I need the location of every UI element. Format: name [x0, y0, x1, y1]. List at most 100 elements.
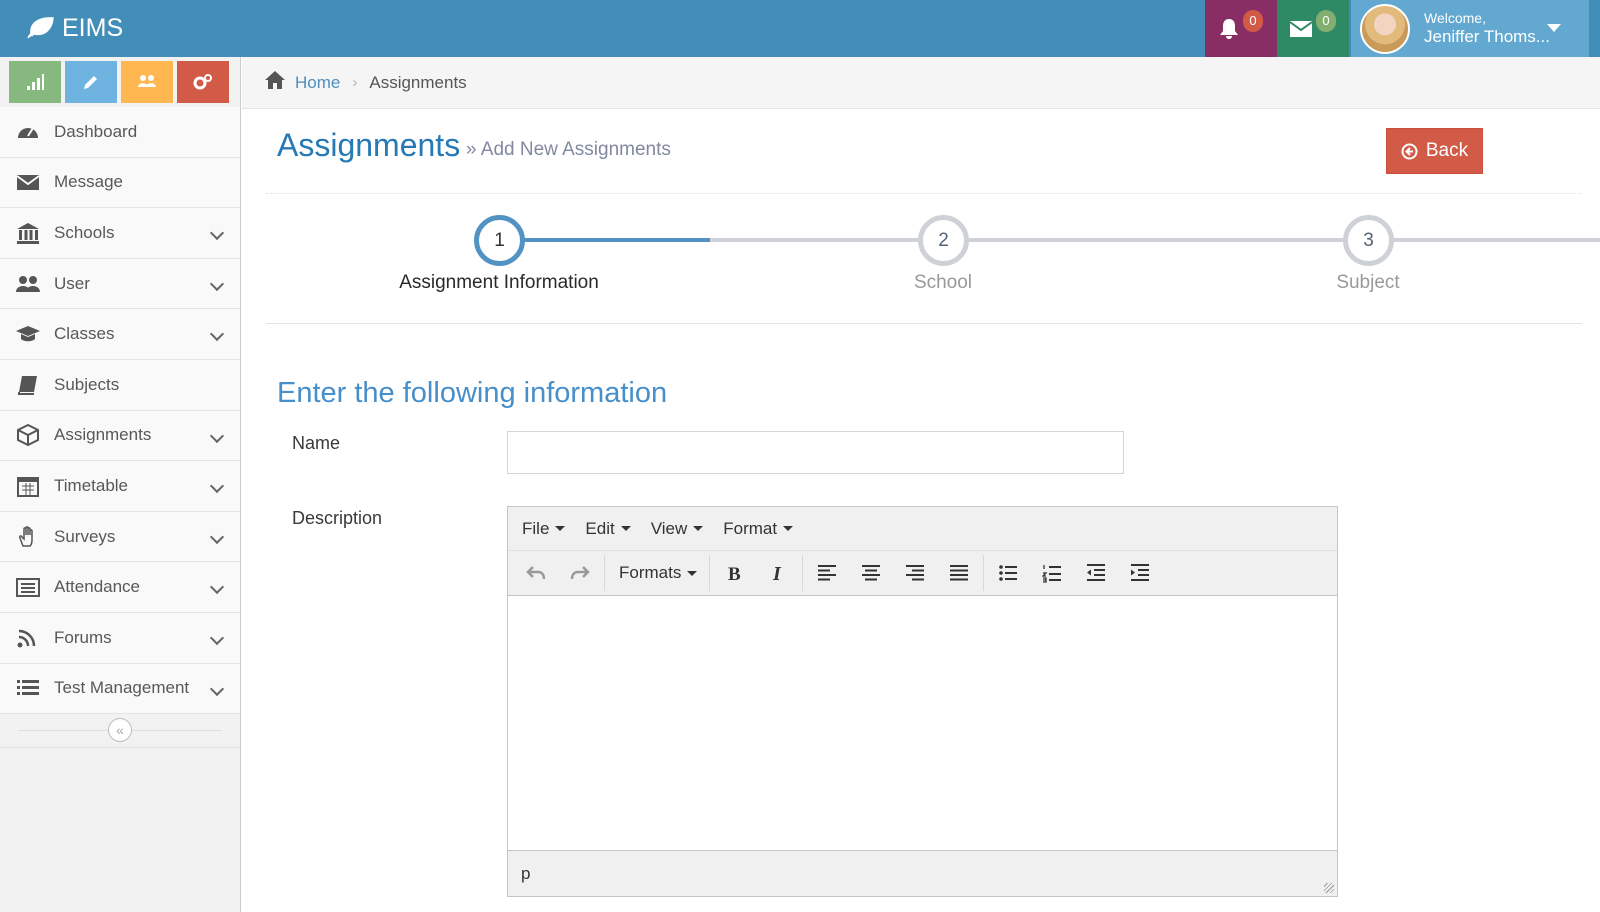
sidebar-item-forums[interactable]: Forums — [0, 612, 240, 664]
sidebar-item-label: Assignments — [54, 425, 152, 445]
shortcut-settings-button[interactable] — [177, 61, 229, 103]
redo-button[interactable] — [558, 555, 602, 591]
sidebar-item-user[interactable]: User — [0, 258, 240, 310]
outdent-button[interactable] — [1074, 555, 1118, 591]
graduation-cap-icon — [14, 322, 42, 346]
breadcrumb-home-link[interactable]: Home — [295, 73, 340, 93]
sidebar-item-surveys[interactable]: Surveys — [0, 511, 240, 563]
italic-icon: I — [772, 563, 782, 583]
name-label: Name — [292, 433, 341, 453]
undo-icon — [526, 566, 546, 580]
pencil-icon — [84, 76, 97, 89]
sidebar-item-label: Timetable — [54, 475, 129, 495]
outdent-icon — [1087, 564, 1106, 581]
align-right-button[interactable] — [893, 555, 937, 591]
step-2-circle[interactable]: 2 — [918, 215, 969, 266]
envelope-icon — [14, 170, 42, 194]
chevron-down-icon — [209, 276, 225, 291]
align-justify-icon — [950, 565, 969, 581]
sidebar-item-label: Subjects — [54, 374, 120, 394]
undo-button[interactable] — [514, 555, 558, 591]
bullet-list-icon — [999, 565, 1018, 581]
name-field[interactable] — [507, 431, 1124, 474]
sidebar-item-schools[interactable]: Schools — [0, 208, 240, 259]
rss-icon — [14, 626, 42, 650]
menu-format[interactable]: Format — [715, 519, 805, 539]
resize-handle-icon[interactable] — [1324, 883, 1334, 893]
brand-logo[interactable]: EIMS — [26, 10, 123, 46]
bullet-list-button[interactable] — [986, 555, 1030, 591]
step-3-circle[interactable]: 3 — [1343, 215, 1394, 266]
indent-icon — [1131, 564, 1150, 581]
redo-icon — [570, 566, 590, 580]
shortcut-edit-button[interactable] — [65, 61, 117, 103]
cogs-icon — [193, 74, 212, 90]
sidebar-item-message[interactable]: Message — [0, 157, 240, 209]
chevron-down-icon — [209, 479, 225, 494]
chevron-down-icon — [209, 681, 225, 696]
step-progress-line — [498, 238, 710, 242]
sidebar-item-assignments[interactable]: Assignments — [0, 410, 240, 462]
caret-down-icon — [693, 526, 704, 531]
sidebar-item-label: Surveys — [54, 526, 116, 546]
numbered-list-icon — [1042, 565, 1062, 583]
indent-button[interactable] — [1118, 555, 1162, 591]
sidebar-item-attendance[interactable]: Attendance — [0, 562, 240, 613]
chevron-down-icon — [209, 529, 225, 544]
sidebar: Dashboard Message Schools User Classes S… — [0, 57, 241, 912]
user-menu[interactable]: Welcome, Jeniffer Thoms... — [1351, 0, 1589, 57]
menu-view[interactable]: View — [643, 519, 716, 539]
sidebar-item-test-management[interactable]: Test Management — [0, 663, 240, 715]
step-1-circle[interactable]: 1 — [474, 215, 525, 266]
italic-button[interactable]: I — [756, 555, 800, 591]
align-center-button[interactable] — [849, 555, 893, 591]
step-1-title: Assignment Information — [399, 272, 599, 293]
align-justify-button[interactable] — [937, 555, 981, 591]
menu-edit[interactable]: Edit — [577, 519, 642, 539]
sidebar-item-timetable[interactable]: Timetable — [0, 461, 240, 512]
shortcut-users-button[interactable] — [121, 61, 173, 103]
form-header: Enter the following information — [277, 377, 668, 409]
bold-button[interactable]: B — [712, 555, 756, 591]
menu-file[interactable]: File — [514, 519, 577, 539]
list-icon — [14, 676, 42, 700]
book-icon — [14, 373, 42, 397]
messages-button[interactable]: 0 — [1277, 0, 1349, 57]
sidebar-item-subjects[interactable]: Subjects — [0, 359, 240, 411]
chevron-down-icon — [209, 580, 225, 595]
shortcut-stats-button[interactable] — [9, 61, 61, 103]
users-icon — [138, 75, 156, 87]
wizard-steps: 1 Assignment Information 2 School 3 Subj… — [266, 210, 1600, 320]
sidebar-item-label: Test Management — [54, 678, 190, 698]
double-angle-left-icon[interactable]: « — [108, 718, 132, 743]
svg-text:I: I — [772, 563, 782, 583]
align-left-button[interactable] — [805, 555, 849, 591]
page-subtitle: » Add New Assignments — [466, 139, 671, 160]
notifications-button[interactable]: 0 — [1205, 0, 1277, 57]
svg-text:B: B — [728, 564, 741, 583]
messages-badge: 0 — [1316, 9, 1336, 32]
caret-down-icon — [620, 526, 631, 531]
sidebar-item-label: Forums — [54, 627, 112, 647]
sidebar-item-dashboard[interactable]: Dashboard — [0, 107, 240, 158]
chevron-down-icon — [209, 327, 225, 342]
sidebar-item-label: Schools — [54, 222, 115, 242]
sidebar-collapse: « — [0, 714, 240, 749]
caret-down-icon — [687, 570, 698, 576]
top-navbar: EIMS 0 0 Welcome, Jeniffer Thoms... — [0, 0, 1600, 57]
element-path[interactable]: p — [521, 864, 530, 884]
step-2-title: School — [913, 272, 973, 293]
breadcrumb-current: Assignments — [369, 72, 467, 92]
numbered-list-button[interactable] — [1030, 555, 1074, 591]
editor-content-area[interactable] — [508, 596, 1337, 850]
back-button[interactable]: Back — [1386, 128, 1483, 174]
sidebar-item-label: Attendance — [54, 577, 141, 597]
align-right-icon — [906, 565, 925, 581]
welcome-text: Welcome, — [1424, 9, 1486, 26]
sidebar-item-label: Classes — [54, 324, 115, 344]
sidebar-item-classes[interactable]: Classes — [0, 309, 240, 360]
caret-down-icon — [783, 526, 794, 531]
chevron-down-icon — [209, 428, 225, 443]
description-label: Description — [292, 508, 383, 528]
formats-dropdown[interactable]: Formats — [607, 563, 707, 583]
